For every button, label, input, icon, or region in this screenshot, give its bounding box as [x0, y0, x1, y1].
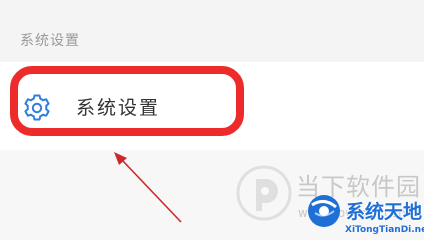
system-settings-label: 系统设置 — [76, 97, 161, 119]
xitongtiandi-logo-icon — [308, 195, 340, 227]
gear-icon — [24, 94, 50, 121]
section-header-label: 系统设置 — [20, 33, 80, 49]
downxia-logo-icon — [236, 165, 292, 221]
system-settings-row[interactable]: 系统设置 — [0, 62, 424, 150]
watermark-xitongtiandi-text: 系统天地 — [346, 201, 423, 223]
watermark-xitongtiandi-url: XiTongTianDi.net — [345, 225, 424, 235]
settings-page: 系统设置 系统设置 当下软件园 www.downxia.com 系统天地 XiT… — [0, 0, 424, 240]
